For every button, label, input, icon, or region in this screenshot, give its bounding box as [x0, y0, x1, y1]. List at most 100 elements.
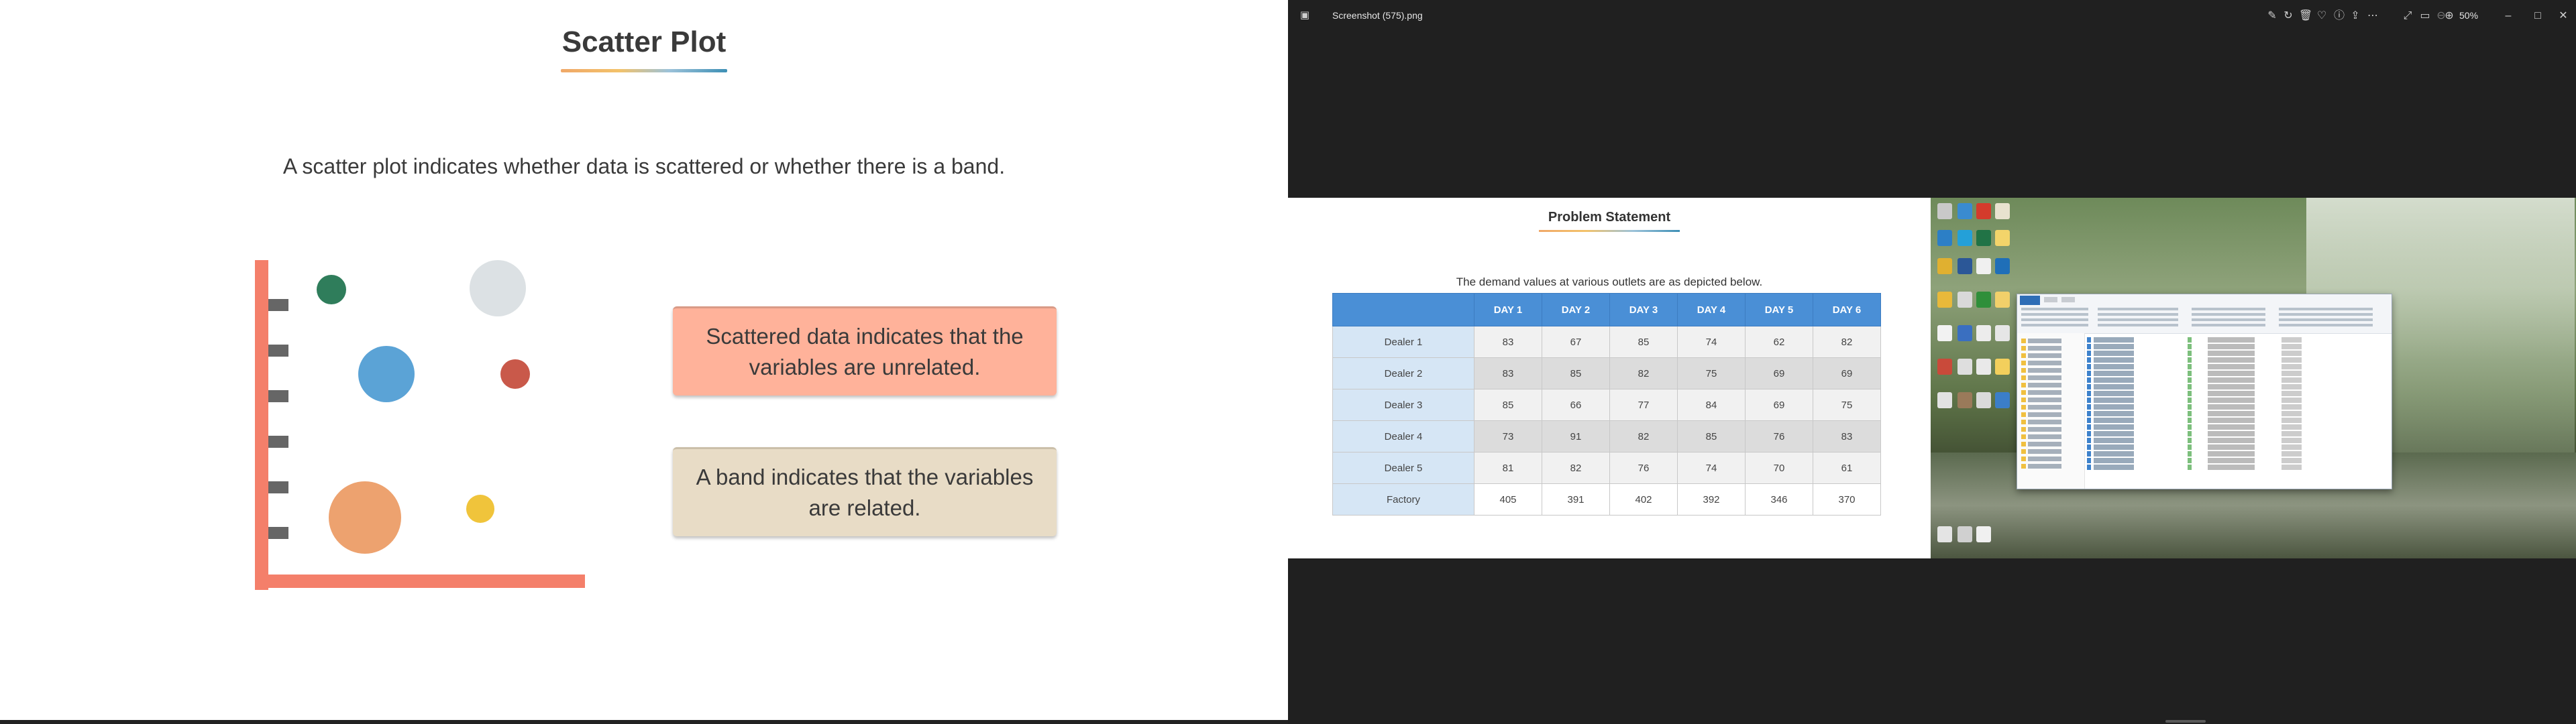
column-header: DAY 6	[1813, 293, 1881, 326]
row-label: Dealer 4	[1332, 420, 1474, 452]
nav-item	[2021, 398, 2080, 402]
nav-item	[2021, 457, 2080, 461]
table-cell: 69	[1745, 389, 1813, 421]
ribbon-tab	[2061, 297, 2075, 302]
zoom-in-icon[interactable]: ⊕	[2442, 9, 2457, 23]
more-icon[interactable]: ⋯	[2365, 9, 2380, 23]
bubble-light-gray	[470, 260, 526, 316]
embedded-slide-title: Problem Statement	[1548, 210, 1671, 225]
file-row	[2087, 364, 2389, 369]
table-cell: 76	[1745, 420, 1813, 452]
table-cell: 75	[1813, 389, 1881, 421]
table-cell: 66	[1542, 389, 1610, 421]
table-row: Dealer 5 81 82 76 74 70 61	[1332, 452, 1881, 484]
table-cell: 77	[1609, 389, 1678, 421]
table-cell: 82	[1542, 452, 1610, 484]
minimize-icon[interactable]: –	[2501, 9, 2516, 23]
nav-item	[2021, 346, 2080, 351]
axis-tick	[268, 481, 288, 493]
table-cell: 85	[1542, 357, 1610, 389]
favorite-icon[interactable]: ♡	[2314, 9, 2329, 23]
table-cell: 69	[1745, 357, 1813, 389]
desktop-icon	[1957, 526, 1972, 542]
column-header: DAY 3	[1609, 293, 1678, 326]
desktop-icon	[1937, 292, 1952, 308]
table-cell: 85	[1609, 326, 1678, 358]
desktop-icon	[1995, 325, 2010, 341]
table-cell: 74	[1677, 326, 1746, 358]
file-row	[2087, 411, 2389, 416]
desktop-icon	[1976, 526, 1991, 542]
table-cell: 61	[1813, 452, 1881, 484]
rotate-icon[interactable]: ↻	[2281, 9, 2296, 23]
photo-app-icon: ▣	[1299, 9, 1310, 21]
viewer-titlebar: ▣ Screenshot (575).png ✎ ↻ 🗑 ♡ ⓘ ⇪ ⋯ ⤢ ▭…	[1288, 0, 2576, 32]
table-row: Dealer 3 85 66 77 84 69 75	[1332, 389, 1881, 421]
desktop-icon	[1995, 258, 2010, 274]
zoom-level[interactable]: 50%	[2459, 10, 2478, 21]
table-cell: 405	[1474, 483, 1542, 516]
desktop-icon	[1957, 392, 1972, 408]
table-cell: 391	[1542, 483, 1610, 516]
slide-description: A scatter plot indicates whether data is…	[282, 154, 1006, 178]
info-icon[interactable]: ⓘ	[2332, 9, 2347, 23]
nav-item	[2021, 412, 2080, 417]
table-cell: 83	[1813, 420, 1881, 452]
desktop-icon	[1995, 359, 2010, 375]
table-cell: 73	[1474, 420, 1542, 452]
table-cell: 82	[1609, 357, 1678, 389]
row-label: Dealer 2	[1332, 357, 1474, 389]
embedded-slide: Problem Statement The demand values at v…	[1288, 198, 1931, 558]
row-label: Factory	[1332, 483, 1474, 516]
nav-item	[2021, 405, 2080, 410]
bubble-blue	[358, 346, 415, 402]
desktop-icon	[1957, 325, 1972, 341]
file-row	[2087, 458, 2389, 463]
file-row	[2087, 384, 2389, 389]
file-row	[2087, 404, 2389, 410]
slide-title: Scatter Plot	[561, 25, 727, 58]
desktop-icon	[1937, 203, 1952, 219]
slideshow-icon[interactable]: ▭	[2418, 9, 2432, 23]
explorer-nav-pane	[2017, 333, 2085, 489]
axis-tick	[268, 527, 288, 539]
close-icon[interactable]: ✕	[2556, 9, 2571, 23]
file-row	[2087, 418, 2389, 423]
slide-bottom-edge	[0, 720, 1288, 724]
bubble-red	[500, 359, 530, 389]
table-cell: 70	[1745, 452, 1813, 484]
axis-tick	[268, 390, 288, 402]
embedded-desktop-screenshot	[1931, 198, 2576, 558]
nav-item	[2021, 390, 2080, 395]
table-cell: 370	[1813, 483, 1881, 516]
fullscreen-icon[interactable]: ⤢	[2400, 9, 2415, 23]
nav-item	[2021, 434, 2080, 439]
file-row	[2087, 431, 2389, 436]
desktop-icon	[1976, 292, 1991, 308]
desktop-icon	[1937, 526, 1952, 542]
nav-item	[2021, 383, 2080, 387]
desktop-icon	[1957, 203, 1972, 219]
desktop-icon	[1976, 258, 1991, 274]
file-row	[2087, 391, 2389, 396]
axis-tick	[268, 436, 288, 448]
nav-item	[2021, 449, 2080, 454]
x-axis	[255, 575, 585, 588]
table-row: Dealer 2 83 85 82 75 69 69	[1332, 357, 1881, 389]
viewer-filename: Screenshot (575).png	[1332, 10, 1423, 21]
nav-item	[2021, 339, 2080, 343]
ribbon-group	[2098, 308, 2178, 328]
scatter-illustration	[255, 255, 590, 590]
delete-icon[interactable]: 🗑	[2298, 9, 2313, 23]
displayed-image[interactable]: Problem Statement The demand values at v…	[1288, 198, 2576, 558]
maximize-icon[interactable]: □	[2530, 9, 2545, 23]
table-cell: 346	[1745, 483, 1813, 516]
share-icon[interactable]: ⇪	[2348, 9, 2363, 23]
nav-item	[2021, 442, 2080, 446]
scattered-data-callout: Scattered data indicates that the variab…	[673, 306, 1057, 396]
viewer-filmstrip-handle[interactable]	[2165, 720, 2206, 723]
table-cell: 85	[1677, 420, 1746, 452]
nav-item	[2021, 375, 2080, 380]
nav-item	[2021, 420, 2080, 424]
edit-image-icon[interactable]: ✎	[2265, 9, 2279, 23]
